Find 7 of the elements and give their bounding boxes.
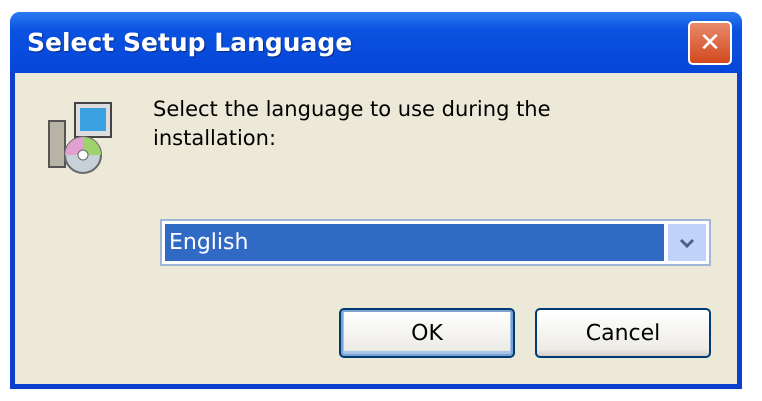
window-title: Select Setup Language <box>27 28 352 57</box>
selected-language: English <box>165 224 664 261</box>
dialog-button[interactable]: Cancel <box>535 308 711 358</box>
chevron-down-icon[interactable] <box>668 224 706 261</box>
instruction-text: Select the language to use during the installation: <box>153 96 552 152</box>
language-dropdown[interactable]: English <box>160 219 711 266</box>
dialog-button[interactable]: OK <box>339 308 515 358</box>
